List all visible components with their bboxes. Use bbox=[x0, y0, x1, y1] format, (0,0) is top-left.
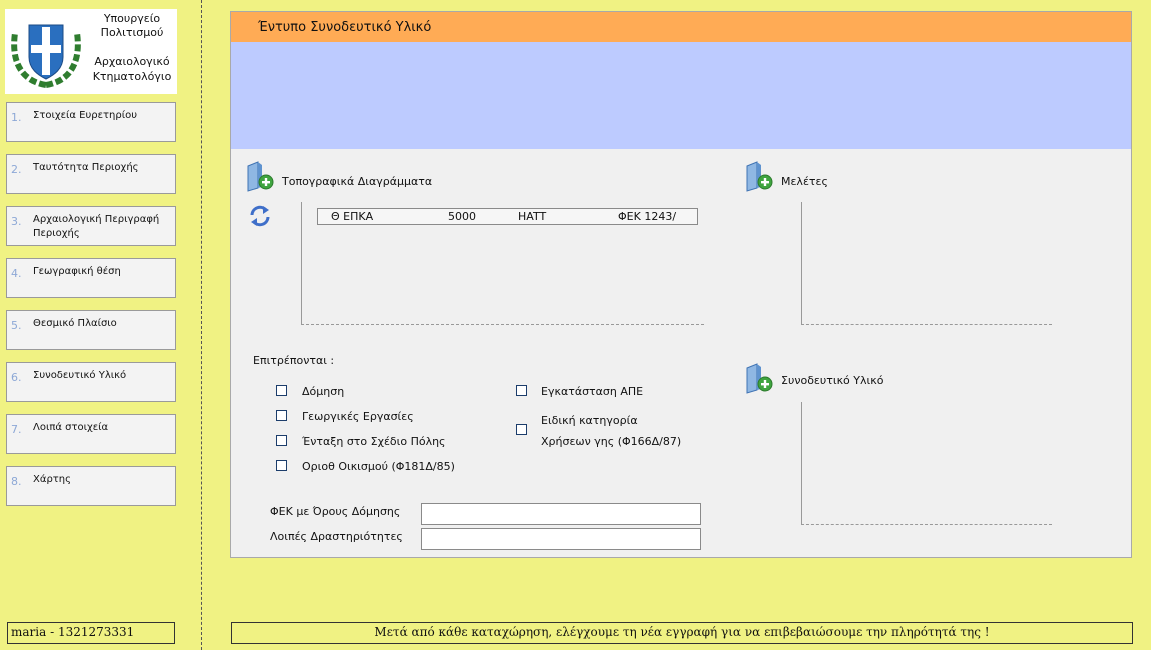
checkbox-special-land-use-label-1: Ειδική κατηγορία bbox=[541, 414, 638, 427]
sidebar-item-accompanying-material[interactable]: 6. Συνοδευτικό Υλικό bbox=[6, 362, 176, 402]
nav-number: 5. bbox=[11, 319, 22, 332]
nav-label: Λοιπά στοιχεία bbox=[33, 422, 109, 433]
nav-number: 8. bbox=[11, 475, 22, 488]
checkbox-renewable-energy[interactable] bbox=[516, 385, 527, 396]
checkbox-city-plan-label: Ένταξη στο Σχέδιο Πόλης bbox=[302, 435, 446, 448]
checkbox-city-plan[interactable] bbox=[276, 435, 287, 446]
sidebar-item-index-data[interactable]: 1. Στοιχεία Ευρετηρίου bbox=[6, 102, 176, 142]
nav-label: Στοιχεία Ευρετηρίου bbox=[33, 110, 138, 121]
materials-list bbox=[801, 402, 1052, 525]
form-header: Έντυπο Συνοδευτικό Υλικό bbox=[231, 12, 1131, 42]
logo-line-1: Υπουργείο bbox=[103, 12, 161, 25]
nav-label: Θεσμικό Πλαίσιο bbox=[33, 318, 117, 329]
nav-label: Συνοδευτικό Υλικό bbox=[33, 370, 127, 381]
checkbox-special-land-use[interactable] bbox=[516, 424, 527, 435]
studies-list bbox=[801, 202, 1052, 325]
logo-line-3: Αρχαιολογικό bbox=[94, 55, 170, 68]
info-band bbox=[231, 42, 1131, 149]
checkbox-settlement-boundary[interactable] bbox=[276, 460, 287, 471]
checkbox-agricultural-label: Γεωργικές Εργασίες bbox=[302, 410, 414, 423]
ministry-logo: Υπουργείο Πολιτισμού Αρχαιολογικό Κτηματ… bbox=[5, 9, 177, 94]
status-message: Μετά από κάθε καταχώρηση, ελέγχουμε τη ν… bbox=[231, 622, 1133, 644]
row-authority: Θ ΕΠΚΑ bbox=[331, 210, 374, 223]
nav-number: 3. bbox=[11, 215, 22, 228]
studies-label: Μελέτες bbox=[781, 175, 828, 188]
folder-add-icon[interactable] bbox=[245, 160, 275, 192]
logo-line-2: Πολιτισμού bbox=[100, 26, 164, 39]
logo-line-4: Κτηματολόγιο bbox=[92, 70, 172, 83]
checkbox-building-label: Δόμηση bbox=[302, 385, 345, 398]
folder-add-icon[interactable] bbox=[744, 362, 774, 394]
row-system: HATT bbox=[518, 210, 547, 223]
checkbox-special-land-use-label-2: Χρήσεων γης (Φ166Δ/87) bbox=[541, 435, 682, 448]
sidebar-item-area-identity[interactable]: 2. Ταυτότητα Περιοχής bbox=[6, 154, 176, 194]
checkbox-settlement-boundary-label: Οριοθ Οικισμού (Φ181Δ/85) bbox=[302, 460, 455, 473]
greek-emblem-icon bbox=[11, 24, 81, 88]
checkbox-renewable-energy-label: Εγκατάσταση ΑΠΕ bbox=[541, 385, 644, 398]
folder-add-icon[interactable] bbox=[744, 160, 774, 192]
sidebar-divider bbox=[201, 0, 202, 650]
row-fek: ΦΕΚ 1243/ bbox=[618, 210, 677, 223]
user-info: maria - 1321273331 bbox=[7, 622, 175, 644]
sidebar-item-map[interactable]: 8. Χάρτης bbox=[6, 466, 176, 506]
fek-building-terms-input[interactable] bbox=[421, 503, 701, 525]
nav-label: Χάρτης bbox=[33, 474, 72, 485]
nav-number: 4. bbox=[11, 267, 22, 280]
topographic-row[interactable]: Θ ΕΠΚΑ 5000 HATT ΦΕΚ 1243/ bbox=[317, 208, 698, 225]
nav-number: 2. bbox=[11, 163, 22, 176]
nav-label: Ταυτότητα Περιοχής bbox=[33, 162, 139, 173]
nav-number: 6. bbox=[11, 371, 22, 384]
accompanying-material-label: Συνοδευτικό Υλικό bbox=[781, 374, 884, 387]
sidebar-item-geographic-location[interactable]: 4. Γεωγραφική θέση bbox=[6, 258, 176, 298]
nav-label: Γεωγραφική θέση bbox=[33, 266, 121, 277]
sidebar-item-other-data[interactable]: 7. Λοιπά στοιχεία bbox=[6, 414, 176, 454]
row-scale: 5000 bbox=[448, 210, 476, 223]
checkbox-building[interactable] bbox=[276, 385, 287, 396]
fek-building-terms-label: ΦΕΚ με Όρους Δόμησης bbox=[270, 505, 401, 518]
form-panel: Έντυπο Συνοδευτικό Υλικό Τοπογραφικά Δια… bbox=[230, 11, 1132, 558]
sidebar-item-legal-framework[interactable]: 5. Θεσμικό Πλαίσιο bbox=[6, 310, 176, 350]
form-title: Έντυπο Συνοδευτικό Υλικό bbox=[258, 20, 432, 35]
refresh-icon[interactable] bbox=[248, 204, 272, 228]
nav-number: 1. bbox=[11, 111, 22, 124]
nav-number: 7. bbox=[11, 423, 22, 436]
sidebar-item-archaeological-description[interactable]: 3. Αρχαιολογική Περιγραφή Περιοχής bbox=[6, 206, 176, 246]
other-activities-label: Λοιπές Δραστηριότητες bbox=[270, 530, 403, 543]
nav-label: Αρχαιολογική Περιγραφή Περιοχής bbox=[33, 214, 160, 239]
other-activities-input[interactable] bbox=[421, 528, 701, 550]
checkbox-agricultural[interactable] bbox=[276, 410, 287, 421]
allowed-label: Επιτρέπονται : bbox=[253, 354, 335, 367]
topographic-diagrams-label: Τοπογραφικά Διαγράμματα bbox=[282, 175, 433, 188]
